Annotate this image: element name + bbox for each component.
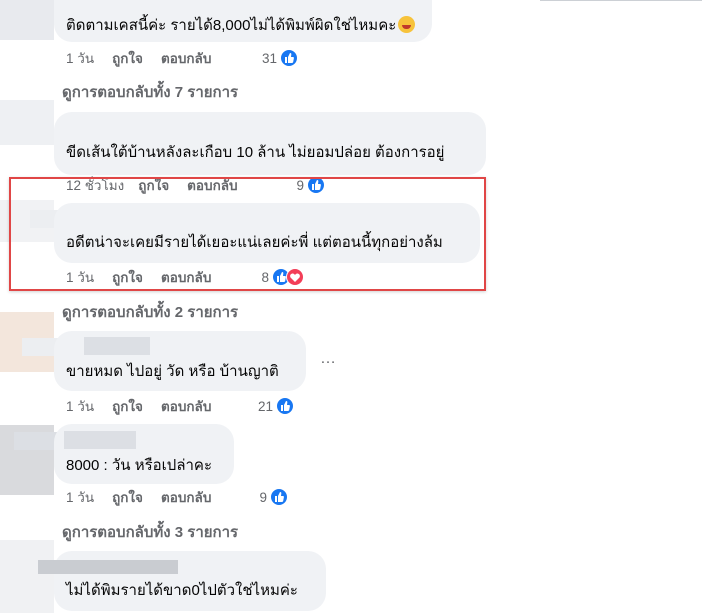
comment-bubble: ขีดเส้นใต้บ้านหลังละเกือบ 10 ล้าน ไม่ยอม… [54, 112, 486, 175]
comment-bubble: ขายหมด ไปอยู่ วัด หรือ บ้านญาติ [54, 331, 306, 391]
view-replies-link[interactable]: ดูการตอบกลับทั้ง 3 รายการ [62, 520, 238, 544]
comment-actions: 1 วัน ถูกใจ ตอบกลับ 9 [66, 486, 288, 508]
commenter-name[interactable] [64, 431, 136, 449]
comment-time[interactable]: 1 วัน [66, 47, 94, 69]
comment-text: ขายหมด ไปอยู่ วัด หรือ บ้านญาติ [66, 363, 279, 380]
view-replies-link[interactable]: ดูการตอบกลับทั้ง 7 รายการ [62, 80, 238, 104]
avatar[interactable] [0, 100, 54, 145]
comment-time[interactable]: 1 วัน [66, 395, 94, 417]
view-replies-link[interactable]: ดูการตอบกลับทั้ง 2 รายการ [62, 300, 238, 324]
laugh-cry-emoji [398, 16, 416, 33]
reply-button[interactable]: ตอบกลับ [161, 486, 211, 508]
comment-text: ติดตามเคสนี้ค่ะ รายได้8,000ไม่ได้พิมพ์ผิ… [66, 16, 416, 36]
comment-text: ขีดเส้นใต้บ้านหลังละเกือบ 10 ล้าน ไม่ยอม… [66, 144, 445, 161]
reply-button[interactable]: ตอบกลับ [161, 47, 211, 69]
comment-actions: 1 วัน ถูกใจ ตอบกลับ 21 [66, 395, 294, 417]
reaction-count: 31 [261, 50, 277, 66]
reaction-count: 21 [257, 398, 273, 414]
like-button[interactable]: ถูกใจ [112, 47, 143, 69]
comment-time[interactable]: 1 วัน [66, 486, 94, 508]
commenter-name[interactable] [38, 560, 178, 574]
like-reaction-icon [276, 397, 294, 415]
reaction-summary[interactable]: 31 [262, 49, 298, 67]
comment-bubble: ติดตามเคสนี้ค่ะ รายได้8,000ไม่ได้พิมพ์ผิ… [54, 0, 432, 42]
commenter-name[interactable] [84, 337, 150, 355]
more-options-button[interactable]: … [320, 350, 337, 368]
avatar[interactable] [0, 540, 54, 613]
like-button[interactable]: ถูกใจ [112, 395, 143, 417]
divider [540, 0, 702, 1]
reaction-summary[interactable]: 9 [259, 488, 288, 506]
reply-button[interactable]: ตอบกลับ [161, 395, 211, 417]
reaction-count: 9 [259, 489, 267, 505]
avatar[interactable] [0, 0, 54, 40]
highlight-box [9, 177, 486, 291]
comment-bubble: 8000 : วัน หรือเปล่าคะ [54, 424, 234, 484]
comment-bubble: ไม่ได้พิมรายได้ขาด0ไปตัวใช่ไหมค่ะ [38, 551, 326, 611]
like-button[interactable]: ถูกใจ [112, 486, 143, 508]
comment-text: ไม่ได้พิมรายได้ขาด0ไปตัวใช่ไหมค่ะ [66, 582, 298, 599]
comment-actions: 1 วัน ถูกใจ ตอบกลับ 31 [66, 47, 298, 69]
reaction-summary[interactable]: 21 [258, 397, 294, 415]
comment-text: 8000 : วัน หรือเปล่าคะ [66, 457, 213, 474]
like-reaction-icon [280, 49, 298, 67]
like-reaction-icon [270, 488, 288, 506]
